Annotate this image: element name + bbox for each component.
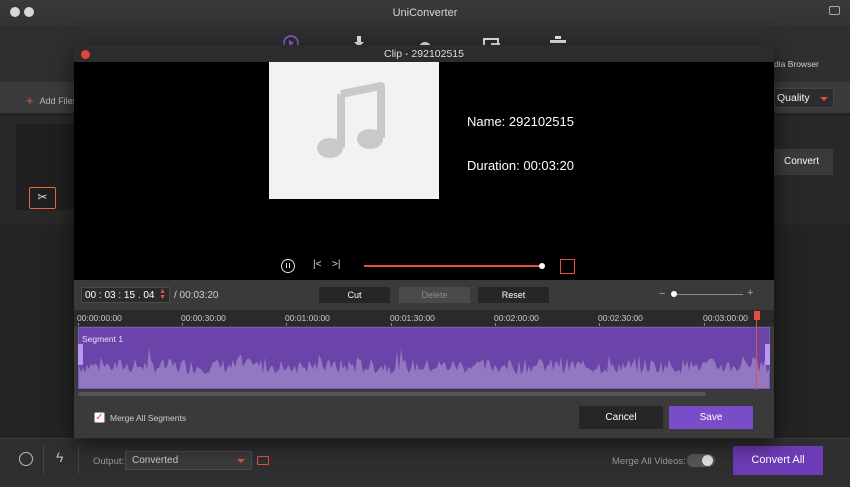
cut-button[interactable]: Cut	[319, 287, 390, 303]
timeline-scrollbar[interactable]	[78, 392, 706, 396]
skip-forward-icon[interactable]: >|	[332, 259, 340, 270]
playhead-marker[interactable]	[754, 311, 760, 320]
media-name: Name: 292102515	[467, 114, 574, 129]
merge-segments-label: Merge All Segments	[110, 413, 187, 423]
zoom-slider[interactable]	[671, 291, 743, 297]
app-title: UniConverter	[392, 7, 458, 19]
segment-label: Segment 1	[82, 334, 124, 344]
merge-videos-toggle[interactable]	[687, 454, 715, 467]
progress-knob[interactable]	[539, 263, 545, 269]
divider	[78, 446, 79, 474]
timeline-ruler[interactable]: 00:00:00:00 00:00:30:00 00:01:00:00 00:0…	[74, 310, 774, 326]
segment-start-handle[interactable]	[78, 344, 83, 365]
convert-all-button[interactable]: Convert All	[733, 446, 823, 475]
convert-button[interactable]: Convert	[770, 149, 833, 175]
edit-bar: 00 : 03 : 15 . 04 ▲ ▼ / 00:03:20 Cut Dele…	[74, 280, 774, 310]
fullscreen-icon[interactable]	[560, 259, 575, 274]
ruler-label: 00:02:30:00	[598, 313, 643, 323]
zoom-slider-knob[interactable]	[671, 291, 677, 297]
preview-player: Name: 292102515 Duration: 00:03:20 |< >|	[74, 62, 774, 280]
ruler-label: 00:02:00:00	[494, 313, 539, 323]
chevron-down-icon	[237, 459, 245, 463]
scissors-icon[interactable]: ✂	[29, 187, 56, 209]
stepper-arrows-icon[interactable]: ▲ ▼	[159, 288, 166, 301]
ruler-tick	[599, 323, 600, 326]
ruler-label: 00:01:00:00	[285, 313, 330, 323]
zoom-in-icon[interactable]: +	[747, 287, 753, 299]
ruler-label: 00:03:00:00	[703, 313, 748, 323]
playback-progress[interactable]	[364, 263, 545, 269]
album-art	[269, 62, 439, 199]
ruler-label: 00:00:30:00	[181, 313, 226, 323]
music-note-icon	[317, 82, 385, 158]
ruler-label: 00:01:30:00	[390, 313, 435, 323]
playhead-line	[756, 320, 757, 390]
merge-videos-label: Merge All Videos:	[612, 456, 686, 467]
ruler-tick	[182, 323, 183, 326]
audio-waveform	[79, 347, 769, 388]
timecode-value: 00 : 03 : 15 . 04	[85, 290, 155, 301]
folder-icon[interactable]	[257, 456, 269, 465]
skip-back-icon[interactable]: |<	[313, 259, 321, 270]
add-files-button[interactable]: + Add Files	[26, 92, 78, 108]
quality-label: Quality	[777, 92, 810, 104]
merge-segments-checkbox[interactable]: ✓	[94, 412, 105, 423]
chat-icon[interactable]	[829, 6, 840, 15]
chevron-down-icon	[820, 97, 828, 101]
ruler-tick	[286, 323, 287, 326]
timecode-stepper[interactable]: 00 : 03 : 15 . 04 ▲ ▼	[81, 287, 170, 303]
delete-button[interactable]: Delete	[399, 287, 470, 303]
dialog-title-bar: Clip - 292102515	[74, 45, 774, 62]
quality-select[interactable]: Quality	[774, 88, 834, 108]
title-bar: UniConverter	[0, 0, 850, 26]
output-label: Output:	[93, 456, 125, 467]
media-browser-tab[interactable]: dia Browser	[774, 59, 819, 69]
reset-button[interactable]: Reset	[478, 287, 549, 303]
ruler-tick	[391, 323, 392, 326]
total-time: / 00:03:20	[174, 290, 219, 301]
zoom-out-icon[interactable]: −	[659, 288, 665, 300]
toggle-knob	[702, 455, 713, 466]
plus-icon: +	[26, 93, 34, 108]
pause-icon[interactable]	[281, 259, 295, 273]
output-select[interactable]: Converted	[125, 451, 252, 470]
clip-dialog: Clip - 292102515 Name: 292102515 Duratio…	[74, 45, 774, 438]
add-files-label: Add Files	[39, 96, 78, 106]
dialog-title: Clip - 292102515	[384, 48, 464, 60]
segment-end-handle[interactable]	[765, 344, 770, 365]
output-value: Converted	[132, 455, 179, 466]
ruler-label: 00:00:00:00	[77, 313, 122, 323]
waveform-shape	[79, 347, 769, 388]
lightning-icon[interactable]: ϟ	[56, 449, 63, 465]
ruler-tick	[495, 323, 496, 326]
divider	[43, 446, 44, 474]
ruler-tick	[78, 323, 79, 326]
ruler-tick	[704, 323, 705, 326]
segment-track[interactable]	[78, 327, 770, 389]
alarm-clock-icon[interactable]	[19, 452, 33, 466]
cancel-button[interactable]: Cancel	[579, 406, 663, 429]
save-button[interactable]: Save	[669, 406, 753, 429]
media-duration: Duration: 00:03:20	[467, 158, 574, 173]
